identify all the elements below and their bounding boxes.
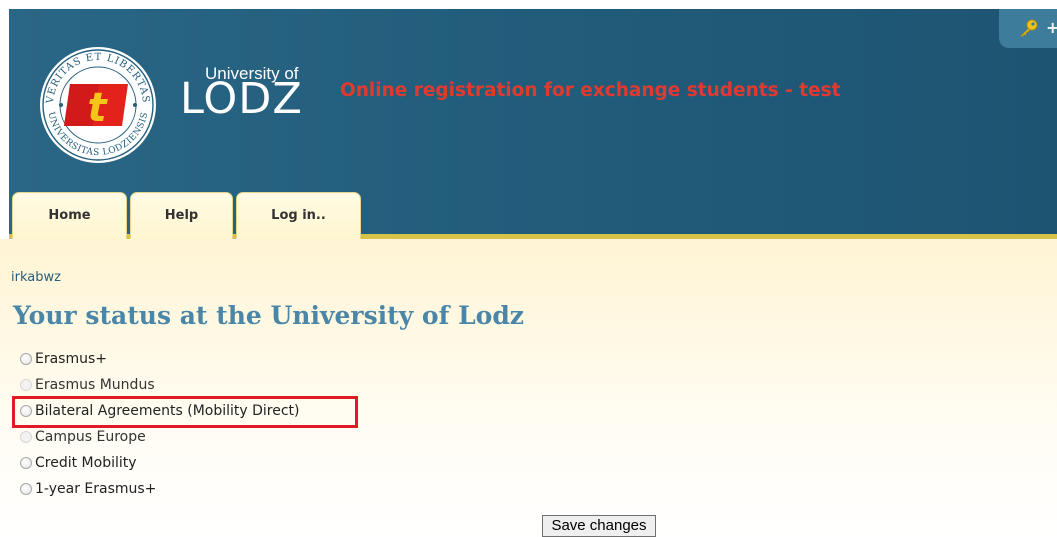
highlight-annotation-box (12, 396, 358, 428)
radio-button[interactable] (20, 457, 32, 469)
status-option-label: Erasmus+ (35, 351, 108, 367)
status-option-label: Campus Europe (35, 429, 146, 445)
main-content: irkabwz Your status at the University of… (0, 239, 1057, 537)
tab-help-label: Help (164, 208, 199, 223)
tab-home-label: Home (48, 208, 91, 223)
status-option-label: 1-year Erasmus+ (35, 481, 157, 497)
status-option-1-year-erasmus-plus[interactable]: 1-year Erasmus+ (20, 479, 156, 499)
key-icon[interactable] (1019, 18, 1039, 42)
logo-lodz: LODZ (180, 74, 303, 124)
site-title: Online registration for exchange student… (340, 80, 841, 101)
key-tab-plus: + (1046, 18, 1057, 37)
status-option-campus-europe: Campus Europe (20, 427, 146, 447)
radio-button[interactable] (20, 483, 32, 495)
university-seal-icon: VERITAS ET LIBERTAS UNIVERSITAS LODZIENS… (37, 44, 159, 170)
tab-home[interactable]: Home (12, 192, 127, 240)
tab-log-in-label: Log in.. (271, 208, 326, 223)
page-title: Your status at the University of Lodz (13, 301, 524, 330)
status-option-erasmus-mundus: Erasmus Mundus (20, 375, 155, 395)
seal-letter: t (87, 85, 108, 131)
login-key-tab[interactable]: + (999, 9, 1057, 48)
radio-button-disabled (20, 431, 32, 443)
tab-log-in[interactable]: Log in.. (236, 192, 361, 240)
save-changes-button[interactable]: Save changes (542, 515, 656, 537)
radio-button-disabled (20, 379, 32, 391)
status-option-credit-mobility[interactable]: Credit Mobility (20, 453, 137, 473)
status-option-label: Credit Mobility (35, 455, 137, 471)
tab-help[interactable]: Help (130, 192, 233, 240)
status-option-erasmus-plus[interactable]: Erasmus+ (20, 349, 107, 369)
status-option-label: Erasmus Mundus (35, 377, 155, 393)
radio-button[interactable] (20, 353, 32, 365)
username: irkabwz (11, 270, 61, 285)
